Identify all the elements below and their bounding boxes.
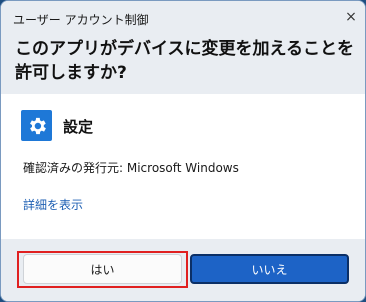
dialog-title: ユーザー アカウント制御 xyxy=(13,13,149,27)
dialog-header: ユーザー アカウント制御 × このアプリがデバイスに変更を加えることを許可します… xyxy=(1,1,365,94)
uac-dialog: ユーザー アカウント制御 × このアプリがデバイスに変更を加えることを許可します… xyxy=(0,0,366,302)
yes-button-highlight xyxy=(17,251,188,288)
app-name: 設定 xyxy=(63,118,94,136)
gear-icon xyxy=(21,110,52,141)
publisher-text: 確認済みの発行元: Microsoft Windows xyxy=(23,161,239,175)
close-icon[interactable]: × xyxy=(339,7,363,27)
permission-question: このアプリがデバイスに変更を加えることを許可しますか? xyxy=(15,39,354,83)
no-button[interactable]: いいえ xyxy=(190,254,349,284)
show-details-link[interactable]: 詳細を表示 xyxy=(23,196,83,213)
gear-icon-svg xyxy=(29,117,46,134)
